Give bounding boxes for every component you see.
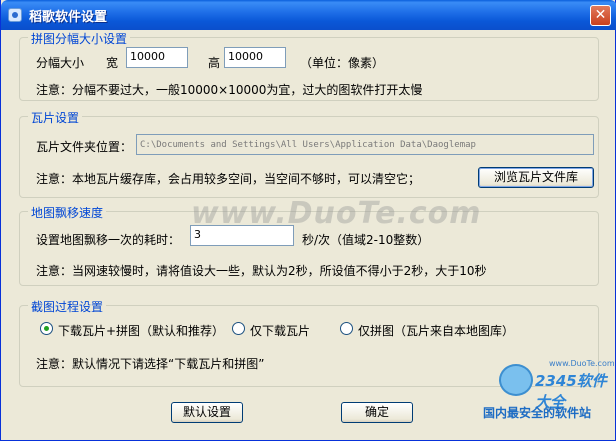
- tile-size-note: 注意：分幅不要过大，一般10000×10000为宜，过大的图软件打开太慢: [36, 83, 423, 97]
- speed-note: 注意：当网速较慢时，请将值设大一些，默认为2秒，所设值不得小于2秒，大于10秒: [36, 264, 487, 278]
- close-button[interactable]: ✕: [590, 5, 611, 26]
- process-legend: 截图过程设置: [28, 298, 107, 315]
- default-settings-button[interactable]: 默认设置: [171, 402, 243, 423]
- watermark-text: www.DuoTe.com: [191, 196, 482, 231]
- settings-window: 稻歌软件设置 ✕ 拼图分幅大小设置 分幅大小 宽 10000 高 10000 （…: [0, 0, 616, 441]
- logo-tagline: 国内最安全的软件站: [483, 406, 592, 420]
- speed-unit: 秒/次（值域2-10整数）: [302, 233, 430, 247]
- unit-label: （单位：像素）: [300, 56, 385, 70]
- title-bar[interactable]: 稻歌软件设置 ✕: [1, 0, 616, 30]
- mascot-icon: [499, 364, 533, 396]
- radio-stitch-only[interactable]: [340, 322, 353, 335]
- tile-size-legend: 拼图分幅大小设置: [28, 30, 131, 47]
- option-download-and-stitch[interactable]: 下载瓦片+拼图（默认和推荐）: [58, 322, 224, 339]
- option-download-only[interactable]: 仅下载瓦片: [250, 322, 310, 339]
- tile-group: 瓦片设置 瓦片文件夹位置： C:\Documents and Settings\…: [19, 109, 599, 198]
- folder-path-input[interactable]: C:\Documents and Settings\All Users\Appl…: [136, 134, 594, 155]
- folder-label: 瓦片文件夹位置：: [36, 140, 133, 154]
- speed-legend: 地图飘移速度: [28, 204, 107, 221]
- radio-download-and-stitch[interactable]: [40, 322, 53, 335]
- process-note: 注意：默认情况下请选择“下载瓦片和拼图”: [36, 357, 265, 371]
- height-label: 高: [208, 56, 221, 70]
- ok-button[interactable]: 确定: [341, 402, 413, 423]
- tile-legend: 瓦片设置: [28, 109, 83, 126]
- tile-size-group: 拼图分幅大小设置 分幅大小 宽 10000 高 10000 （单位：像素） 注意…: [19, 30, 599, 101]
- tile-size-label: 分幅大小: [36, 56, 85, 70]
- browse-tile-button[interactable]: 浏览瓦片文件库: [478, 167, 594, 188]
- tile-note: 注意：本地瓦片缓存库，会占用较多空间，当空间不够时，可以清空它；: [36, 172, 421, 186]
- width-input[interactable]: 10000: [126, 47, 188, 68]
- option-stitch-only[interactable]: 仅拼图（瓦片来自本地图库）: [358, 322, 514, 339]
- app-icon: [8, 8, 22, 22]
- logo-url: www.DuoTe.com: [549, 359, 615, 368]
- window-title: 稻歌软件设置: [29, 10, 108, 25]
- corner-logo: www.DuoTe.com 2345软件大全 国内最安全的软件站: [479, 356, 615, 436]
- height-input[interactable]: 10000: [224, 47, 286, 68]
- speed-label: 设置地图飘移一次的耗时：: [36, 233, 181, 247]
- radio-download-only[interactable]: [232, 322, 245, 335]
- width-label: 宽: [106, 56, 119, 70]
